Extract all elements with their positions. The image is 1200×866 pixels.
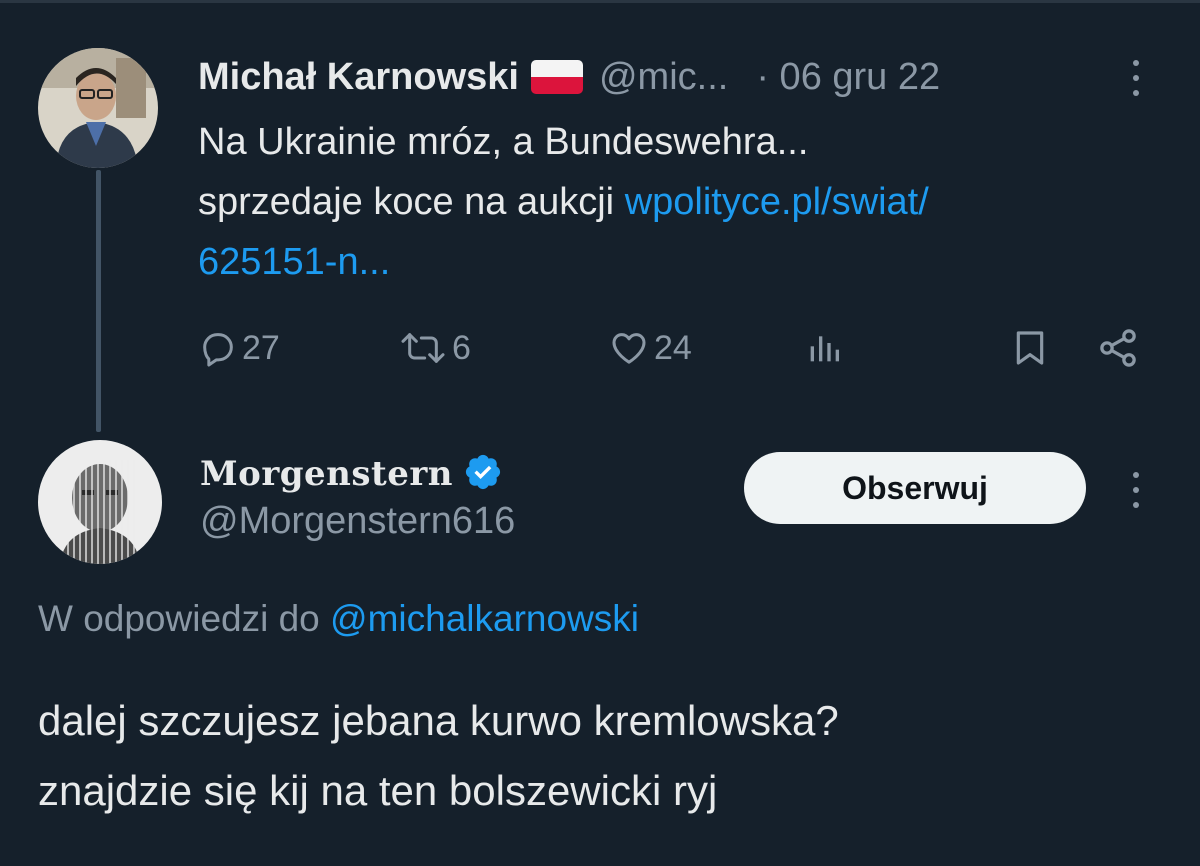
share-icon xyxy=(1100,329,1136,367)
verified-badge-icon xyxy=(463,452,503,497)
tweet-text-line: znajdzie się kij na ten bolszewicki ryj xyxy=(38,767,718,814)
article-link-continued[interactable]: 625151-n... xyxy=(198,232,1158,292)
avatar-morgenstern[interactable] xyxy=(38,440,162,564)
avatar-michal-karnowski[interactable] xyxy=(38,48,158,168)
author-name[interactable]: Morgenstern xyxy=(200,454,453,494)
tweet-screenshot: Michał Karnowski @mic... · 06 gru 22 Na … xyxy=(0,0,1200,866)
divider xyxy=(0,0,1200,3)
tweet2-author-row: Morgenstern xyxy=(200,448,503,500)
author-name[interactable]: Michał Karnowski xyxy=(198,56,519,99)
retweet-icon xyxy=(401,333,445,363)
thread-connector-line xyxy=(96,170,101,432)
tweet1-text: Na Ukrainie mróz, a Bundeswehra... sprze… xyxy=(198,112,1158,292)
follow-button[interactable]: Obserwuj xyxy=(744,452,1086,524)
article-link[interactable]: wpolityce.pl/swiat/ xyxy=(625,181,929,223)
reply-button[interactable]: 27 xyxy=(198,320,280,376)
author-handle[interactable]: @Morgenstern616 xyxy=(200,500,515,543)
more-options-icon[interactable] xyxy=(1130,58,1142,98)
tweet1-header: Michał Karnowski @mic... · 06 gru 22 xyxy=(198,52,940,102)
reply-icon xyxy=(203,333,233,367)
views-chart-icon xyxy=(810,336,839,362)
tweet-text-line: Na Ukrainie mróz, a Bundeswehra... xyxy=(198,121,809,163)
tweet2-text: dalej szczujesz jebana kurwo kremlowska?… xyxy=(38,686,1168,826)
retweet-count: 6 xyxy=(452,328,471,367)
tweet-date[interactable]: · 06 gru 22 xyxy=(756,56,940,99)
author-handle[interactable]: @mic... xyxy=(599,56,728,99)
reply-count: 27 xyxy=(242,328,280,367)
share-button[interactable] xyxy=(1096,320,1140,376)
tweet-text-line: sprzedaje koce na aukcji wpolityce.pl/sw… xyxy=(198,172,1158,232)
tweet-text-line: dalej szczujesz jebana kurwo kremlowska? xyxy=(38,697,839,744)
heart-icon xyxy=(612,333,646,364)
like-count: 24 xyxy=(654,328,692,367)
retweet-button[interactable]: 6 xyxy=(398,320,471,376)
bookmark-button[interactable] xyxy=(1010,320,1050,376)
tweet-text-plain: sprzedaje koce na aukcji xyxy=(198,181,625,223)
replied-user-link[interactable]: @michalkarnowski xyxy=(330,598,639,639)
more-options-icon[interactable] xyxy=(1130,470,1142,510)
bookmark-icon xyxy=(1016,331,1044,365)
reply-prefix: W odpowiedzi do xyxy=(38,598,331,639)
poland-flag-icon xyxy=(530,60,583,94)
reply-context: W odpowiedzi do @michalkarnowski xyxy=(38,598,639,640)
tweet-actions-bar: 27 6 24 xyxy=(0,320,1200,376)
views-button[interactable] xyxy=(804,320,844,376)
like-button[interactable]: 24 xyxy=(608,320,692,376)
